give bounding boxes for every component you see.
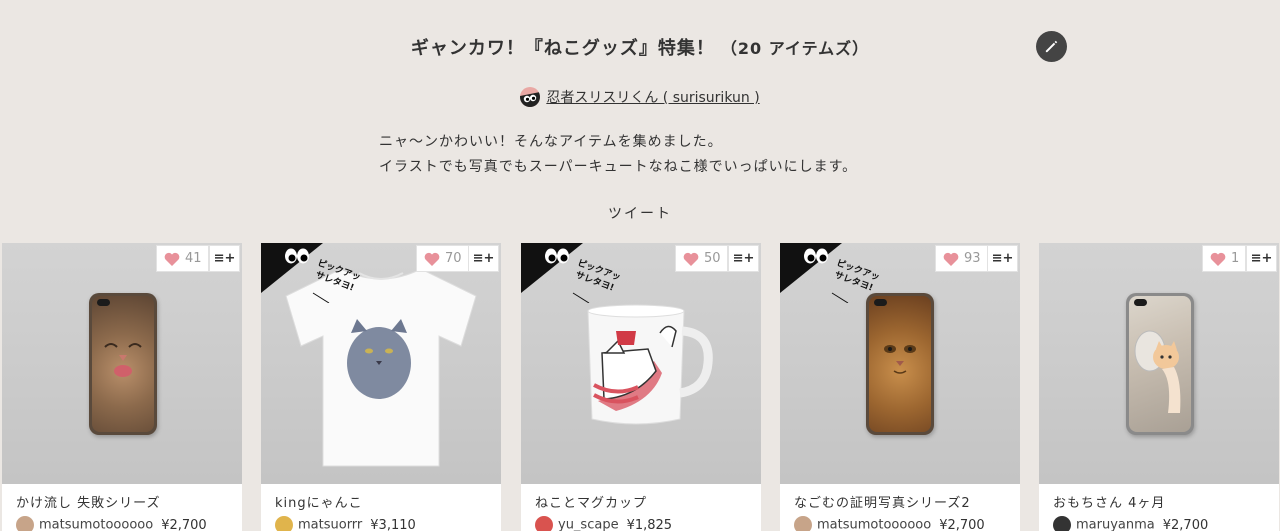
item-price: ¥1,825 xyxy=(626,517,673,531)
mug-image xyxy=(587,304,713,425)
author-name[interactable]: 忍者スリスリくん ( surisurikun ) xyxy=(546,90,759,106)
collection-title: ギャンカワ！『ねこグッズ』特集！ （20 アイテムズ） xyxy=(0,34,1280,60)
tweet-button[interactable]: ツイート xyxy=(0,203,1280,223)
description-line: イラストでも写真でもスーパーキュートなねこ様でいっぱいにします。 xyxy=(379,159,858,175)
seller-name[interactable]: matsumotoooooo xyxy=(39,518,153,531)
item-name[interactable]: おもちさん 4ヶ月 xyxy=(1053,492,1165,511)
item-count: （20 アイテムズ） xyxy=(720,39,870,58)
pickup-badge: ピックアップ サレタヨ! xyxy=(780,243,880,303)
heart-icon xyxy=(424,252,440,266)
seller-info[interactable]: matsumotoooooo ¥2,700 xyxy=(16,516,207,531)
edit-button[interactable] xyxy=(1036,31,1067,62)
item-name[interactable]: なごむの証明写真シリーズ2 xyxy=(794,492,971,511)
seller-info[interactable]: maruyanma ¥2,700 xyxy=(1053,516,1208,531)
like-button[interactable]: 93 xyxy=(935,245,988,272)
seller-name[interactable]: maruyanma xyxy=(1076,518,1155,531)
product-image[interactable] xyxy=(2,243,242,484)
phone-case-image xyxy=(1126,293,1194,435)
seller-name[interactable]: yu_scape xyxy=(558,518,619,531)
item-price: ¥3,110 xyxy=(370,517,416,531)
seller-avatar xyxy=(1053,516,1071,531)
phone-case-image xyxy=(89,293,157,435)
item-card[interactable]: ピックアップ サレタヨ! 70 ≡+ kingにゃんこ matsuorrr ¥3,… xyxy=(261,243,501,531)
seller-info[interactable]: yu_scape ¥1,825 xyxy=(535,516,672,531)
seller-name[interactable]: matsuorrr xyxy=(298,518,362,531)
add-to-list-button[interactable]: ≡+ xyxy=(468,245,499,272)
phone-case-image xyxy=(866,293,934,435)
like-count: 70 xyxy=(445,251,462,266)
item-card[interactable]: ピックアップ サレタヨ! 50 ≡+ ねことマグカップ yu_scape ¥1,8… xyxy=(521,243,761,531)
pickup-badge: ピックアップ サレタヨ! xyxy=(261,243,361,303)
heart-icon xyxy=(164,252,180,266)
pickup-badge: ピックアップ サレタヨ! xyxy=(521,243,621,303)
add-to-list-button[interactable]: ≡+ xyxy=(209,245,240,272)
like-button[interactable]: 50 xyxy=(675,245,728,272)
seller-avatar xyxy=(275,516,293,531)
collection-header: ギャンカワ！『ねこグッズ』特集！ （20 アイテムズ） 忍者スリスリくん ( su… xyxy=(0,0,1280,240)
item-card[interactable]: 1 ≡+ おもちさん 4ヶ月 maruyanma ¥2,700 xyxy=(1039,243,1279,531)
item-name[interactable]: ねことマグカップ xyxy=(535,492,647,511)
like-count: 93 xyxy=(964,251,981,266)
heart-icon xyxy=(943,252,959,266)
seller-avatar xyxy=(794,516,812,531)
like-button[interactable]: 70 xyxy=(416,245,469,272)
like-button[interactable]: 41 xyxy=(156,245,209,272)
description-line: ニャ〜ンかわいい！そんなアイテムを集めました。 xyxy=(379,134,723,150)
item-card[interactable]: 41 ≡+ かけ流し 失敗シリーズ matsumotoooooo ¥2,700 xyxy=(2,243,242,531)
add-to-list-button[interactable]: ≡+ xyxy=(1246,245,1277,272)
item-price: ¥2,700 xyxy=(1162,517,1209,531)
like-button[interactable]: 1 xyxy=(1202,245,1247,272)
item-name[interactable]: kingにゃんこ xyxy=(275,492,363,511)
add-to-list-button[interactable]: ≡+ xyxy=(728,245,759,272)
author-link[interactable]: 忍者スリスリくん ( surisurikun ) xyxy=(0,87,1280,107)
seller-info[interactable]: matsumotoooooo ¥2,700 xyxy=(794,516,985,531)
seller-avatar xyxy=(535,516,553,531)
like-count: 50 xyxy=(704,251,721,266)
item-price: ¥2,700 xyxy=(161,517,207,531)
item-price: ¥2,700 xyxy=(939,517,985,531)
like-count: 1 xyxy=(1231,251,1240,266)
seller-info[interactable]: matsuorrr ¥3,110 xyxy=(275,516,416,531)
seller-avatar xyxy=(16,516,34,531)
product-image[interactable] xyxy=(1039,243,1279,484)
item-card[interactable]: ピックアップ サレタヨ! 93 ≡+ なごむの証明写真シリーズ2 matsumo… xyxy=(780,243,1020,531)
collection-description: ニャ〜ンかわいい！そんなアイテムを集めました。 イラストでも写真でもスーパーキュ… xyxy=(379,130,857,180)
seller-name[interactable]: matsumotoooooo xyxy=(817,518,931,531)
like-count: 41 xyxy=(185,251,202,266)
author-avatar xyxy=(520,87,541,107)
pencil-icon xyxy=(1045,40,1058,53)
heart-icon xyxy=(1210,252,1226,266)
item-name[interactable]: かけ流し 失敗シリーズ xyxy=(16,492,160,511)
heart-icon xyxy=(683,252,699,266)
add-to-list-button[interactable]: ≡+ xyxy=(987,245,1018,272)
title-text: ギャンカワ！『ねこグッズ』特集！ xyxy=(410,38,715,59)
item-grid: 41 ≡+ かけ流し 失敗シリーズ matsumotoooooo ¥2,700 xyxy=(0,243,1280,531)
